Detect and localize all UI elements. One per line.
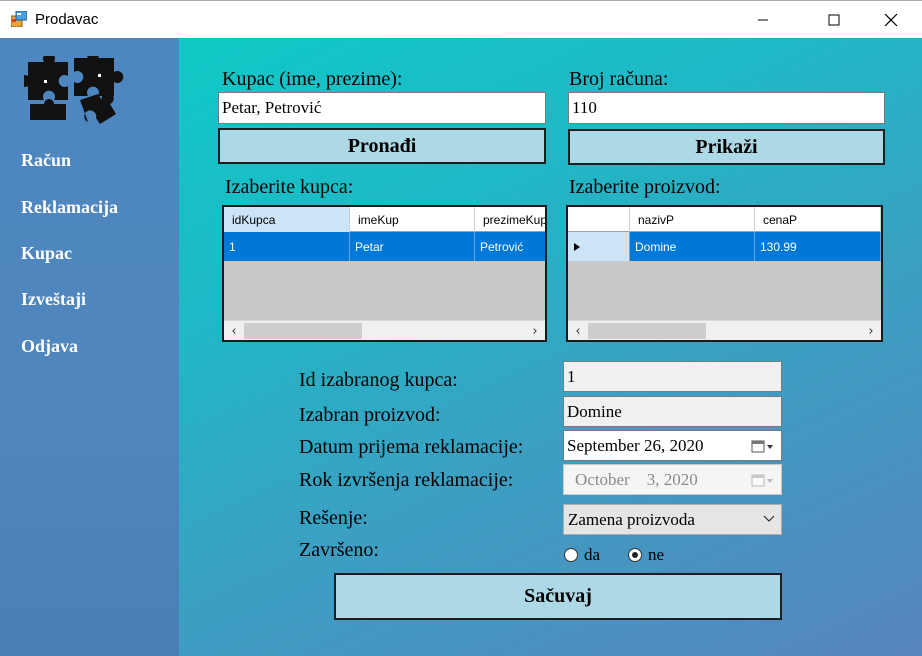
radio-checked-icon [628, 548, 642, 562]
scroll-right-icon[interactable]: › [526, 322, 544, 340]
products-grid-label: Izaberite proizvod: [569, 176, 721, 198]
scroll-left-icon[interactable]: ‹ [569, 322, 587, 340]
table-cell: 130.99 [755, 232, 881, 261]
show-invoice-button[interactable]: Prikaži [568, 129, 885, 165]
sidebar-item-reklamacija[interactable]: Reklamacija [21, 197, 118, 218]
puzzle-logo-icon [24, 56, 124, 124]
customers-grid-label: Izaberite kupca: [225, 176, 354, 198]
products-grid-header: nazivP cenaP [568, 207, 881, 232]
sidebar: Račun Reklamacija Kupac Izveštaji Odjava [0, 38, 179, 656]
main-panel: Kupac (ime, prezime): Petar, Petrović Pr… [179, 38, 922, 656]
scroll-thumb[interactable] [244, 323, 362, 339]
radio-unchecked-icon [564, 548, 578, 562]
sidebar-item-odjava[interactable]: Odjava [21, 336, 78, 357]
chevron-down-icon [763, 515, 775, 522]
completed-no-label: ne [648, 545, 665, 564]
completed-yes-radio[interactable]: da [564, 545, 600, 565]
completed-label: Završeno: [299, 539, 379, 561]
customers-grid-scrollbar[interactable]: ‹ › [224, 320, 545, 340]
received-date-picker[interactable]: September 26, 2020 [563, 430, 782, 461]
table-row[interactable]: 1 Petar Petrović [224, 232, 545, 261]
customer-search-input[interactable]: Petar, Petrović [218, 92, 546, 124]
table-cell: 1 [224, 232, 350, 261]
table-cell: Domine [630, 232, 755, 261]
close-icon [884, 13, 898, 27]
minimize-icon [758, 19, 768, 21]
sidebar-item-izvestaji[interactable]: Izveštaji [21, 289, 86, 310]
current-row-arrow-icon [574, 242, 580, 251]
sidebar-item-kupac[interactable]: Kupac [21, 243, 72, 264]
table-row[interactable]: Domine 130.99 [568, 232, 881, 261]
column-header[interactable]: idKupca [224, 207, 350, 232]
invoice-number-input[interactable]: 110 [568, 92, 885, 124]
invoice-number-label: Broj računa: [569, 68, 669, 90]
window-title: Prodavac [35, 11, 99, 28]
table-cell: Petar [350, 232, 475, 261]
completed-yes-label: da [584, 545, 601, 564]
resolution-label: Rešenje: [299, 507, 368, 529]
completed-no-radio[interactable]: ne [628, 545, 664, 565]
customer-search-label: Kupac (ime, prezime): [222, 68, 403, 90]
resolution-select[interactable]: Zamena proizvoda [563, 504, 782, 535]
row-header-column [568, 207, 630, 232]
close-button[interactable] [868, 1, 914, 39]
scroll-right-icon[interactable]: › [862, 322, 880, 340]
column-header[interactable]: imeKup [350, 207, 475, 232]
customers-grid-header: idKupca imeKup prezimeKup [224, 207, 545, 232]
selected-product-field[interactable]: Domine [563, 396, 782, 427]
resolution-value: Zamena proizvoda [568, 509, 695, 529]
column-header[interactable]: cenaP [755, 207, 881, 232]
products-grid[interactable]: nazivP cenaP Domine 130.99 ‹ › [566, 205, 883, 342]
received-date-value: September 26, 2020 [567, 435, 704, 455]
scroll-left-icon[interactable]: ‹ [225, 322, 243, 340]
customer-id-field[interactable]: 1 [563, 361, 782, 392]
products-grid-scrollbar[interactable]: ‹ › [568, 320, 881, 340]
column-header[interactable]: prezimeKup [475, 207, 545, 232]
deadline-label: Rok izvršenja reklamacije: [299, 469, 514, 491]
customer-id-label: Id izabranog kupca: [299, 369, 458, 391]
sidebar-item-racun[interactable]: Račun [21, 150, 71, 171]
find-customer-button[interactable]: Pronađi [218, 128, 546, 164]
maximize-icon [828, 14, 840, 26]
scroll-thumb[interactable] [588, 323, 706, 339]
calendar-dropdown-icon[interactable] [751, 439, 775, 455]
app-form-icon [11, 11, 27, 27]
deadline-value: October 3, 2020 [575, 469, 698, 489]
customers-grid[interactable]: idKupca imeKup prezimeKup 1 Petar Petrov… [222, 205, 547, 342]
minimize-button[interactable] [740, 1, 786, 39]
column-header[interactable]: nazivP [630, 207, 755, 232]
title-bar: Prodavac [0, 0, 922, 38]
table-cell: Petrović [475, 232, 545, 261]
selected-product-label: Izabran proizvod: [299, 404, 441, 426]
deadline-date-picker[interactable]: October 3, 2020 [563, 464, 782, 495]
received-date-label: Datum prijema reklamacije: [299, 436, 524, 458]
maximize-button[interactable] [811, 1, 857, 39]
row-selector[interactable] [568, 232, 630, 261]
save-button[interactable]: Sačuvaj [334, 573, 782, 620]
calendar-dropdown-icon[interactable] [751, 473, 775, 489]
